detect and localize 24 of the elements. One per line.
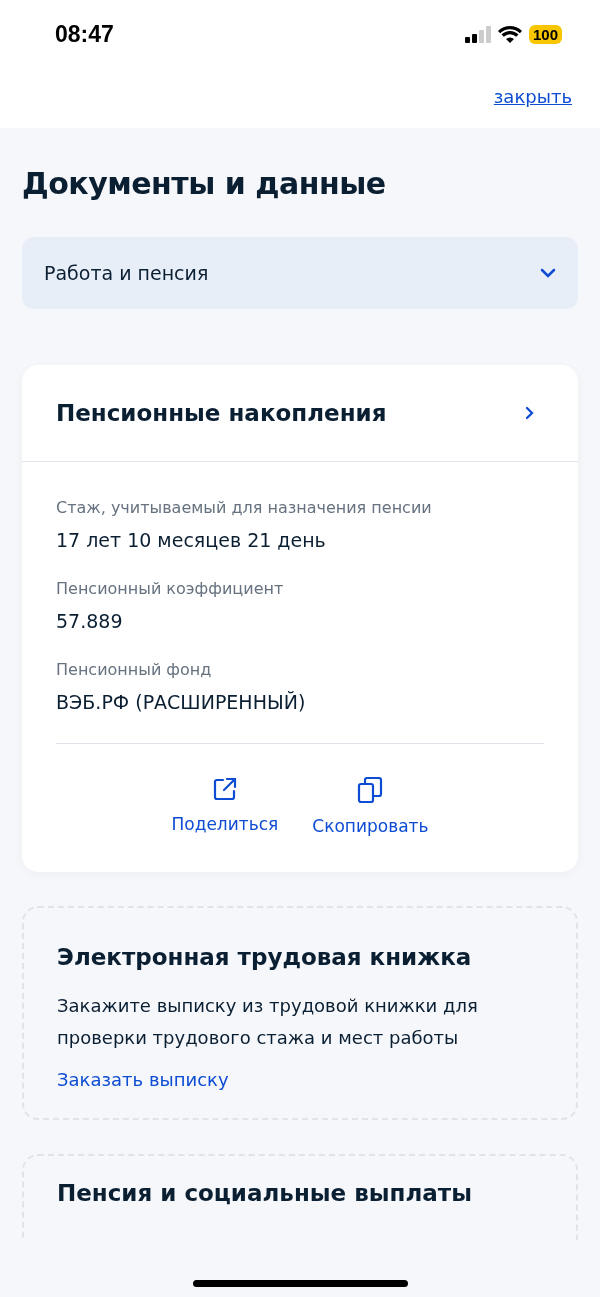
status-time: 08:47 xyxy=(55,20,114,48)
card-title: Пенсия и социальные выплаты xyxy=(57,1180,473,1206)
signal-icon xyxy=(464,25,491,43)
page-title: Документы и данные xyxy=(22,166,387,201)
copy-button[interactable]: Скопировать xyxy=(312,776,429,836)
card-title: Электронная трудовая книжка xyxy=(57,944,473,970)
card-title: Пенсионные накопления xyxy=(56,400,387,426)
field-value: ВЭБ.РФ (РАСШИРЕННЫЙ) xyxy=(56,691,307,713)
chevron-down-icon xyxy=(540,268,556,278)
chevron-right-icon[interactable] xyxy=(525,406,534,420)
share-button[interactable]: Поделиться xyxy=(171,776,279,836)
field-value: 17 лет 10 месяцев 21 день xyxy=(56,529,327,551)
wifi-icon xyxy=(497,25,522,43)
field-value: 57.889 xyxy=(56,610,124,632)
field-label: Стаж, учитываемый для назначения пенсии xyxy=(56,498,433,517)
close-link[interactable]: закрыть xyxy=(493,86,572,107)
battery-level: 100 xyxy=(528,24,562,44)
share-icon xyxy=(211,776,238,802)
order-link[interactable]: Заказать выписку xyxy=(57,1069,229,1090)
field-label: Пенсионный коэффициент xyxy=(56,579,285,598)
category-dropdown[interactable]: Работа и пенсия xyxy=(22,237,578,309)
field-label: Пенсионный фонд xyxy=(56,660,213,679)
copy-icon xyxy=(357,776,384,804)
card-description: Закажите выписку из трудовой книжки для проверки трудового стажа и мест работы xyxy=(57,994,479,1050)
